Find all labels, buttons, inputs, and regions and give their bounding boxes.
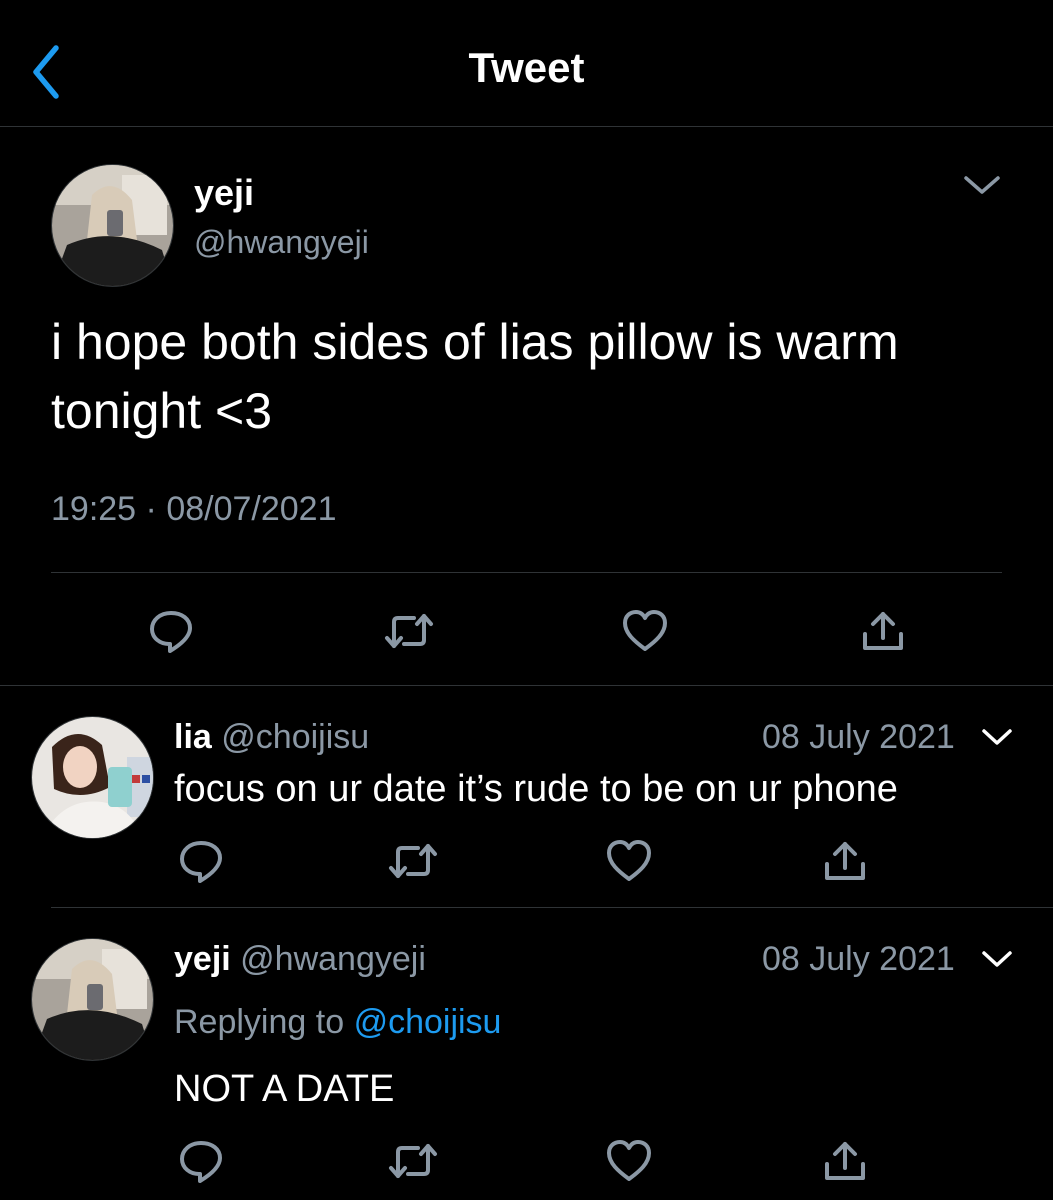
author-name[interactable]: yeji (174, 940, 231, 978)
reply-text: NOT A DATE (174, 1068, 395, 1110)
tweet-text-line-2: tonight <3 (51, 383, 273, 439)
heart-icon (623, 610, 667, 651)
chevron-down-icon (982, 729, 1012, 745)
like-button[interactable] (622, 608, 668, 654)
tweet-text-line-1: i hope both sides of lias pillow is warm (51, 314, 899, 370)
chevron-down-icon (982, 951, 1012, 967)
timestamp-separator: · (145, 490, 157, 528)
retweet-button[interactable] (384, 608, 434, 654)
tweet-time: 19:25 (51, 490, 137, 528)
like-button[interactable] (606, 838, 652, 884)
avatar[interactable] (31, 938, 154, 1061)
reply-date[interactable]: 08 July 2021 (762, 718, 955, 757)
reply-text: focus on ur date it’s rude to be on ur p… (174, 768, 898, 810)
author-handle[interactable]: @choijisu (221, 718, 369, 756)
retweet-icon (389, 1144, 437, 1178)
tweet-menu-button[interactable] (962, 170, 1002, 200)
reply-date[interactable]: 08 July 2021 (762, 940, 955, 979)
like-button[interactable] (606, 1138, 652, 1184)
share-icon (863, 612, 903, 650)
reply-button[interactable] (178, 1138, 224, 1184)
tweet-menu-button[interactable] (980, 946, 1014, 972)
reply-button[interactable] (178, 838, 224, 884)
divider (51, 572, 1002, 573)
chevron-down-icon (964, 176, 1000, 194)
avatar[interactable] (51, 164, 174, 287)
header-bar: Tweet (0, 0, 1053, 127)
replying-to: Replying to @choijisu (174, 1003, 501, 1042)
tweet-date: 08/07/2021 (166, 490, 337, 528)
retweet-button[interactable] (388, 838, 438, 884)
retweet-icon (389, 844, 437, 878)
divider (51, 907, 1053, 908)
author-handle[interactable]: @hwangyeji (194, 224, 369, 261)
share-button[interactable] (823, 838, 867, 884)
reply-icon (180, 1141, 222, 1183)
author-handle[interactable]: @hwangyeji (240, 940, 426, 978)
page-title: Tweet (468, 44, 585, 91)
tweet-timestamp[interactable]: 19:25 · 08/07/2021 (51, 490, 337, 529)
author-name[interactable]: lia (174, 718, 212, 756)
retweet-icon (385, 614, 433, 648)
replying-to-handle[interactable]: @choijisu (354, 1003, 502, 1041)
replying-to-label: Replying to (174, 1003, 345, 1041)
reply-button[interactable] (148, 608, 194, 654)
share-button[interactable] (861, 608, 905, 654)
reply-header: lia @choijisu (174, 718, 369, 757)
tweet-menu-button[interactable] (980, 724, 1014, 750)
share-icon (825, 842, 865, 880)
author-name[interactable]: yeji (194, 172, 254, 214)
share-icon (825, 1142, 865, 1180)
heart-icon (607, 840, 651, 881)
reply-icon (150, 611, 192, 653)
heart-icon (607, 1140, 651, 1181)
retweet-button[interactable] (388, 1138, 438, 1184)
share-button[interactable] (823, 1138, 867, 1184)
reply-header: yeji @hwangyeji (174, 940, 426, 979)
reply-icon (180, 841, 222, 883)
avatar[interactable] (31, 716, 154, 839)
divider (0, 685, 1053, 686)
